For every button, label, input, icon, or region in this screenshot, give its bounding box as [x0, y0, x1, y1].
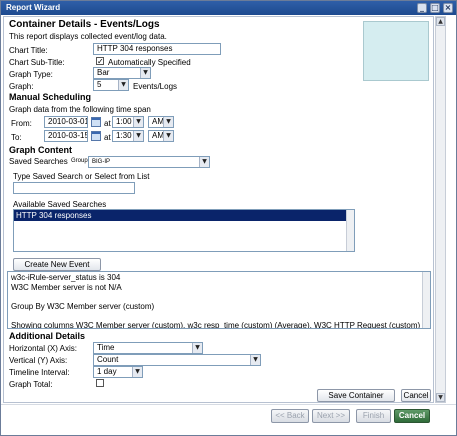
from-at-label: at — [104, 119, 111, 128]
graph-label: Graph: — [9, 82, 34, 91]
auto-specified-label: Automatically Specified — [108, 58, 191, 67]
chevron-down-icon: ▼ — [250, 355, 260, 365]
to-date-input[interactable]: 2010-03-15 — [44, 130, 88, 142]
graph-type-select[interactable]: Bar ▼ — [93, 67, 151, 79]
graph-total-label: Graph Total: — [9, 380, 53, 389]
chevron-down-icon: ▼ — [163, 131, 173, 141]
timeline-interval-label: Timeline Interval: — [9, 368, 70, 377]
horizontal-axis-label: Horizontal (X) Axis: — [9, 344, 78, 353]
close-icon[interactable]: × — [443, 3, 453, 13]
horizontal-axis-select[interactable]: Time ▼ — [93, 342, 203, 354]
from-time-select[interactable]: 1:00 ▼ — [112, 116, 144, 128]
chevron-down-icon: ▼ — [118, 80, 128, 90]
group-select[interactable]: BIG-IP ▼ — [88, 156, 210, 168]
maximize-icon[interactable]: □ — [430, 3, 440, 13]
graph-type-label: Graph Type: — [9, 70, 53, 79]
back-button[interactable]: << Back — [271, 409, 309, 423]
cancel-button[interactable]: Cancel — [394, 409, 430, 423]
from-ampm-select[interactable]: AM ▼ — [148, 116, 174, 128]
to-at-label: at — [104, 133, 111, 142]
list-item[interactable]: HTTP 304 responses — [14, 210, 354, 221]
graph-type-value: Bar — [97, 68, 110, 77]
horizontal-axis-value: Time — [97, 343, 115, 352]
to-time-value: 1:30 — [116, 131, 132, 140]
chart-preview — [363, 21, 429, 81]
type-search-label: Type Saved Search or Select from List — [13, 172, 150, 181]
chart-subtitle-label: Chart Sub-Title: — [9, 58, 65, 67]
calendar-icon[interactable] — [91, 117, 101, 127]
cancel-small-button[interactable]: Cancel — [401, 389, 431, 402]
scheduling-description: Graph data from the following time span — [9, 105, 151, 114]
additional-details-heading: Additional Details — [9, 331, 86, 341]
minimize-icon[interactable]: _ — [417, 3, 427, 13]
chevron-down-icon: ▼ — [199, 157, 209, 167]
vertical-axis-label: Vertical (Y) Axis: — [9, 356, 68, 365]
to-time-select[interactable]: 1:30 ▼ — [112, 130, 144, 142]
chart-title-label: Chart Title: — [9, 46, 48, 55]
title-bar: Report Wizard _ □ × — [1, 1, 456, 15]
window-title: Report Wizard — [6, 3, 61, 12]
chart-title-input[interactable]: HTTP 304 responses — [93, 43, 221, 55]
saved-searches-label: Saved Searches — [9, 157, 68, 166]
query-line: Group By W3C Member server (custom) — [11, 301, 155, 311]
report-wizard-window: Report Wizard _ □ × Container Details - … — [0, 0, 457, 436]
query-line — [11, 311, 427, 321]
chevron-down-icon: ▼ — [133, 117, 143, 127]
timeline-interval-select[interactable]: 1 day ▼ — [93, 366, 143, 378]
finish-button[interactable]: Finish — [356, 409, 391, 423]
graph-count-select[interactable]: 5 ▼ — [93, 79, 129, 91]
manual-scheduling-heading: Manual Scheduling — [9, 92, 92, 102]
save-container-details-button[interactable]: Save Container Details — [317, 389, 395, 402]
chevron-down-icon: ▼ — [192, 343, 202, 353]
chevron-down-icon: ▼ — [163, 117, 173, 127]
from-label: From: — [11, 119, 32, 128]
query-line — [11, 292, 427, 302]
main-scrollbar[interactable]: ▲ ▼ — [435, 16, 446, 403]
to-label: To: — [11, 133, 22, 142]
available-searches-label: Available Saved Searches — [13, 200, 107, 209]
available-searches-list[interactable]: HTTP 304 responses — [13, 209, 355, 252]
scroll-down-icon[interactable]: ▼ — [436, 393, 445, 402]
vertical-axis-select[interactable]: Count ▼ — [93, 354, 261, 366]
chevron-down-icon: ▼ — [133, 131, 143, 141]
vertical-axis-value: Count — [97, 355, 119, 364]
graph-total-checkbox[interactable] — [96, 379, 104, 387]
create-event-search-button[interactable]: Create New Event Search — [13, 258, 101, 280]
graph-content-heading: Graph Content — [9, 145, 72, 155]
chevron-down-icon: ▼ — [132, 367, 142, 377]
auto-specified-checkbox[interactable]: ✓ — [96, 57, 104, 66]
container-heading: Container Details - Events/Logs — [9, 19, 160, 30]
group-label: Group: — [71, 158, 90, 164]
calendar-icon[interactable] — [91, 131, 101, 141]
group-value: BIG-IP — [92, 159, 111, 165]
query-line: W3C Member server is not N/A — [11, 282, 122, 292]
search-query-textarea[interactable]: w3c-iRule-server_status is 304 W3C Membe… — [7, 271, 431, 329]
wizard-footer: << Back Next >> Finish Cancel — [1, 404, 456, 435]
to-ampm-select[interactable]: AM ▼ — [148, 130, 174, 142]
timeline-interval-value: 1 day — [97, 367, 117, 376]
graph-unit-label: Events/Logs — [133, 82, 178, 91]
type-search-input[interactable] — [13, 182, 135, 194]
query-line: Showing columns W3C Member server (custo… — [11, 320, 421, 329]
next-button[interactable]: Next >> — [312, 409, 350, 423]
wizard-content: Container Details - Events/Logs This rep… — [3, 16, 434, 403]
from-time-value: 1:00 — [116, 117, 132, 126]
textarea-scrollbar[interactable] — [422, 272, 430, 328]
list-scrollbar[interactable] — [346, 210, 354, 251]
from-date-input[interactable]: 2010-03-01 — [44, 116, 88, 128]
scroll-up-icon[interactable]: ▲ — [436, 17, 445, 26]
graph-count-value: 5 — [97, 80, 102, 89]
container-description: This report displays collected event/log… — [9, 32, 167, 41]
query-line: w3c-iRule-server_status is 304 — [11, 273, 121, 282]
chevron-down-icon: ▼ — [140, 68, 150, 78]
